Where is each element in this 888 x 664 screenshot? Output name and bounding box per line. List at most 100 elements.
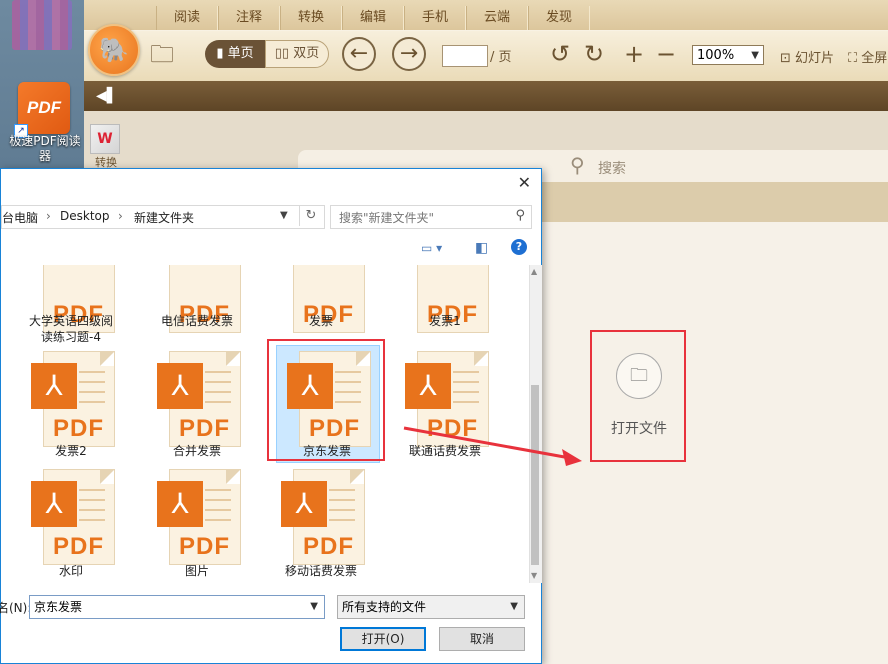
refresh-icon[interactable]: ↻: [299, 206, 322, 226]
previous-page-arrow-icon[interactable]: ←: [342, 37, 376, 71]
double-page-label: 双页: [293, 46, 320, 61]
scroll-down-icon[interactable]: ▼: [531, 571, 537, 580]
file-item[interactable]: PDF 发票1: [395, 265, 495, 333]
blurred-desktop-icon: [12, 0, 72, 50]
breadcrumb-item-desktop[interactable]: Desktop: [60, 209, 110, 223]
preview-pane-icon[interactable]: ◧: [475, 240, 488, 256]
file-item[interactable]: ⅄ PDF 水印: [21, 469, 121, 581]
pdf-file-icon: ⅄ PDF: [157, 351, 241, 447]
rotate-right-icon[interactable]: ↻: [584, 40, 604, 68]
filename-input[interactable]: 京东发票 ▼: [29, 595, 325, 619]
fullscreen-label: 全屏: [861, 51, 888, 66]
single-page-button[interactable]: ▮ 单页: [205, 40, 265, 68]
tab-read[interactable]: 阅读: [156, 6, 218, 30]
file-item[interactable]: PDF 大学英语四级阅 读练习题-4: [21, 265, 121, 345]
fullscreen-icon: ⛶: [848, 51, 862, 66]
chevron-down-icon[interactable]: ▼: [280, 210, 288, 221]
filetype-select[interactable]: 所有支持的文件 ▼: [337, 595, 525, 619]
open-file-dialog: ✕ 台电脑 › Desktop › 新建文件夹 ▼ ↻ 搜索"新建文件夹" ⚲ …: [0, 168, 542, 664]
file-item[interactable]: ⅄ PDF 联通话费发票: [395, 351, 495, 461]
file-name: 合并发票: [172, 444, 221, 458]
double-page-button[interactable]: ▯▯ 双页: [265, 40, 329, 68]
file-name: 联通话费发票: [408, 444, 481, 458]
tab-annotate[interactable]: 注释: [218, 6, 280, 30]
tab-mobile[interactable]: 手机: [404, 6, 466, 30]
scroll-up-icon[interactable]: ▲: [531, 267, 537, 276]
zoom-value: 100%: [697, 48, 735, 63]
rotate-left-icon[interactable]: ↺: [550, 40, 570, 68]
pdf-logo-icon: ⅄: [405, 363, 451, 409]
tab-discover[interactable]: 发现: [528, 6, 590, 30]
close-icon[interactable]: ✕: [518, 173, 531, 192]
pdf-logo-icon: ⅄: [31, 481, 77, 527]
pdf-file-icon: ⅄ PDF: [157, 469, 241, 565]
file-name: 大学英语四级阅 读练习题-4: [28, 314, 113, 344]
filetype-value: 所有支持的文件: [342, 600, 427, 614]
chevron-down-icon: ▼: [751, 50, 759, 61]
tab-edit[interactable]: 编辑: [342, 6, 404, 30]
file-item[interactable]: ⅄ PDF 移动话费发票: [271, 469, 371, 581]
breadcrumb-separator-icon: ›: [118, 209, 123, 223]
collapse-sidebar-icon[interactable]: ◀▌: [96, 88, 118, 104]
slideshow-icon: ⊡: [780, 51, 796, 66]
page-number-input[interactable]: [442, 45, 488, 67]
breadcrumb-item-pc[interactable]: 台电脑: [2, 209, 38, 226]
file-item[interactable]: PDF 电信话费发票: [147, 265, 247, 333]
zoom-select[interactable]: 100% ▼: [692, 45, 764, 65]
pdf-logo-icon: ⅄: [281, 481, 327, 527]
file-item[interactable]: ⅄ PDF 合并发票: [147, 351, 247, 461]
breadcrumb-item-folder[interactable]: 新建文件夹: [134, 209, 194, 226]
file-name: 图片: [184, 564, 209, 578]
file-item[interactable]: ⅄ PDF 发票2: [21, 351, 121, 461]
open-file-folder-icon[interactable]: 🗀: [616, 353, 662, 399]
chevron-down-icon: ▼: [510, 601, 518, 612]
search-placeholder: 搜索"新建文件夹": [339, 211, 435, 225]
single-page-icon: ▮: [216, 46, 228, 61]
file-name: 移动话费发票: [284, 564, 357, 578]
search-icon: ⚲: [570, 153, 585, 177]
tab-cloud[interactable]: 云端: [466, 6, 528, 30]
desktop-label-line2: 器: [38, 149, 51, 163]
file-item[interactable]: PDF 发票: [271, 265, 371, 333]
tab-convert[interactable]: 转换: [280, 6, 342, 30]
help-icon[interactable]: ?: [511, 239, 527, 255]
open-file-label[interactable]: 打开文件: [590, 418, 688, 438]
desktop-label-line1: 极速PDF阅读: [9, 134, 81, 148]
view-toolbar: ▭ ▾ ◧ ?: [1, 237, 543, 263]
zoom-in-icon[interactable]: +: [624, 40, 644, 68]
breadcrumb[interactable]: 台电脑 › Desktop › 新建文件夹 ▼: [1, 205, 325, 229]
pdf-file-icon: ⅄ PDF: [281, 469, 365, 565]
file-name: 发票2: [55, 444, 87, 458]
scrollbar-thumb[interactable]: [531, 385, 539, 565]
pdf-file-icon: ⅄ PDF: [405, 351, 489, 447]
slideshow-label: 幻灯片: [795, 51, 835, 66]
file-name: 电信话费发票: [160, 314, 233, 328]
secondary-bar: [84, 81, 888, 111]
filename-row: 名(N): 京东发票 ▼ 所有支持的文件 ▼: [0, 595, 543, 621]
pdf-logo-icon: ⅄: [31, 363, 77, 409]
fullscreen-button[interactable]: ⛶ 全屏: [848, 47, 887, 66]
pdf-file-icon: ⅄ PDF: [31, 469, 115, 565]
cancel-button[interactable]: 取消: [439, 627, 525, 651]
desktop-shortcut-label[interactable]: 极速PDF阅读 器: [4, 134, 86, 164]
chevron-down-icon[interactable]: ▼: [310, 596, 318, 618]
view-mode-icon[interactable]: ▭ ▾: [421, 241, 442, 255]
app-logo-icon[interactable]: 🐘: [88, 24, 140, 76]
page-suffix-label: / 页: [490, 50, 512, 65]
slideshow-button[interactable]: ⊡ 幻灯片: [780, 47, 834, 66]
file-grid: PDF 大学英语四级阅 读练习题-4 PDF 电信话费发票 PDF 发票 PDF …: [1, 265, 529, 583]
open-folder-icon[interactable]: 🗀: [150, 40, 186, 68]
menu-tab-bar: 阅读 注释 转换 编辑 手机 云端 发现: [84, 0, 888, 30]
open-button[interactable]: 打开(O): [340, 627, 426, 651]
breadcrumb-separator-icon: ›: [46, 209, 51, 223]
convert-tool-icon[interactable]: W: [90, 124, 120, 154]
next-page-arrow-icon[interactable]: →: [392, 37, 426, 71]
search-input[interactable]: 搜索"新建文件夹" ⚲: [330, 205, 532, 229]
file-item[interactable]: ⅄ PDF 图片: [147, 469, 247, 581]
search-placeholder: 搜索: [598, 161, 626, 177]
search-icon: ⚲: [515, 208, 525, 223]
file-name: 发票: [308, 314, 333, 328]
filename-value: 京东发票: [34, 600, 83, 614]
zoom-out-icon[interactable]: −: [656, 40, 676, 68]
filename-label: 名(N):: [0, 601, 32, 615]
